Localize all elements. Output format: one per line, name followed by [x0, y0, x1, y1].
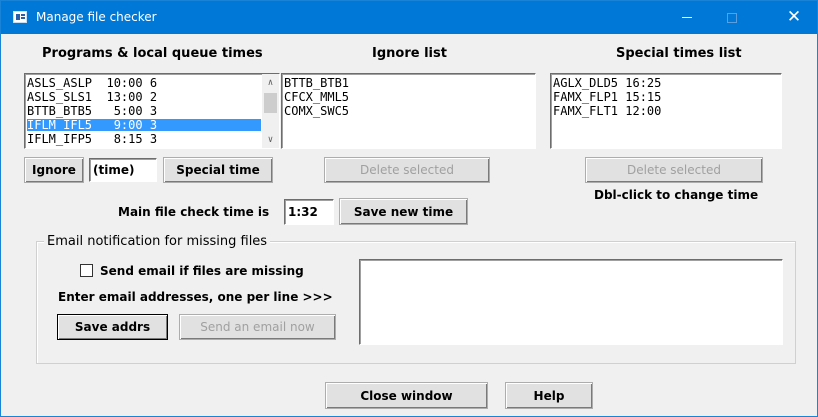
- title-bar[interactable]: Manage file checker ✕: [1, 1, 817, 34]
- send-email-checkbox-label[interactable]: Send email if files are missing: [100, 264, 304, 278]
- minimize-icon: [682, 17, 692, 18]
- window-title: Manage file checker: [36, 10, 157, 24]
- delete-selected-special-button[interactable]: Delete selected: [585, 157, 763, 183]
- close-icon: ✕: [786, 7, 802, 27]
- list-item[interactable]: AGLX_DLD5 16:25: [553, 77, 661, 89]
- email-instructions: Enter email addresses, one per line >>>: [58, 290, 333, 304]
- special-time-button[interactable]: Special time: [163, 157, 273, 183]
- send-email-checkbox[interactable]: [80, 264, 93, 277]
- ignore-button[interactable]: Ignore: [24, 157, 84, 183]
- email-addresses-textarea[interactable]: [359, 259, 783, 345]
- list-item[interactable]: IFLM_IFP5 8:15 3: [27, 133, 157, 145]
- save-new-time-button[interactable]: Save new time: [339, 198, 468, 225]
- send-email-now-button[interactable]: Send an email now: [179, 314, 336, 340]
- list-item[interactable]: FAMX_FLT1 12:00: [553, 105, 661, 117]
- help-button[interactable]: Help: [505, 382, 593, 409]
- list-item[interactable]: BTTB_BTB5 5:00 3: [27, 105, 157, 117]
- main-check-label: Main file check time is: [118, 205, 270, 219]
- maximize-button: [709, 1, 755, 34]
- delete-selected-ignore-button[interactable]: Delete selected: [324, 157, 490, 183]
- minimize-button[interactable]: [664, 1, 710, 34]
- manage-file-checker-window: Manage file checker ✕ Programs & local q…: [0, 0, 818, 417]
- list-item[interactable]: BTTB_BTB1: [284, 77, 349, 89]
- programs-heading: Programs & local queue times: [42, 46, 263, 61]
- scroll-down-icon[interactable]: ∨: [262, 131, 279, 148]
- ignore-listbox[interactable]: BTTB_BTB1 CFCX_MML5 COMX_SWC5: [281, 73, 536, 149]
- email-group-title: Email notification for missing files: [44, 234, 271, 249]
- ignore-list-heading: Ignore list: [372, 46, 447, 61]
- close-title-button[interactable]: ✕: [771, 1, 817, 34]
- list-item[interactable]: FAMX_FLP1 15:15: [553, 91, 661, 103]
- maximize-icon: [727, 12, 737, 23]
- save-addrs-button[interactable]: Save addrs: [57, 314, 168, 340]
- programs-scrollbar[interactable]: ∧ ∨: [262, 74, 279, 148]
- scroll-up-icon[interactable]: ∧: [262, 74, 279, 91]
- app-icon: [13, 11, 27, 23]
- list-item[interactable]: COMX_SWC5: [284, 105, 349, 117]
- list-item[interactable]: ASLS_ASLP 10:00 6: [27, 77, 157, 89]
- list-item[interactable]: ASLS_SLS1 13:00 2: [27, 91, 157, 103]
- scroll-thumb[interactable]: [264, 93, 277, 113]
- time-input[interactable]: (time): [89, 158, 157, 182]
- special-times-heading: Special times list: [616, 46, 742, 61]
- dbl-click-hint: Dbl-click to change time: [594, 188, 759, 202]
- list-item-selected[interactable]: IFLM_IFL5 9:00 3: [27, 119, 261, 131]
- special-times-listbox[interactable]: AGLX_DLD5 16:25 FAMX_FLP1 15:15 FAMX_FLT…: [550, 73, 782, 149]
- programs-listbox[interactable]: ASLS_ASLP 10:00 6 ASLS_SLS1 13:00 2 BTTB…: [24, 73, 280, 149]
- main-check-time-input[interactable]: 1:32: [284, 199, 334, 225]
- list-item[interactable]: CFCX_MML5: [284, 91, 349, 103]
- close-window-button[interactable]: Close window: [325, 382, 488, 409]
